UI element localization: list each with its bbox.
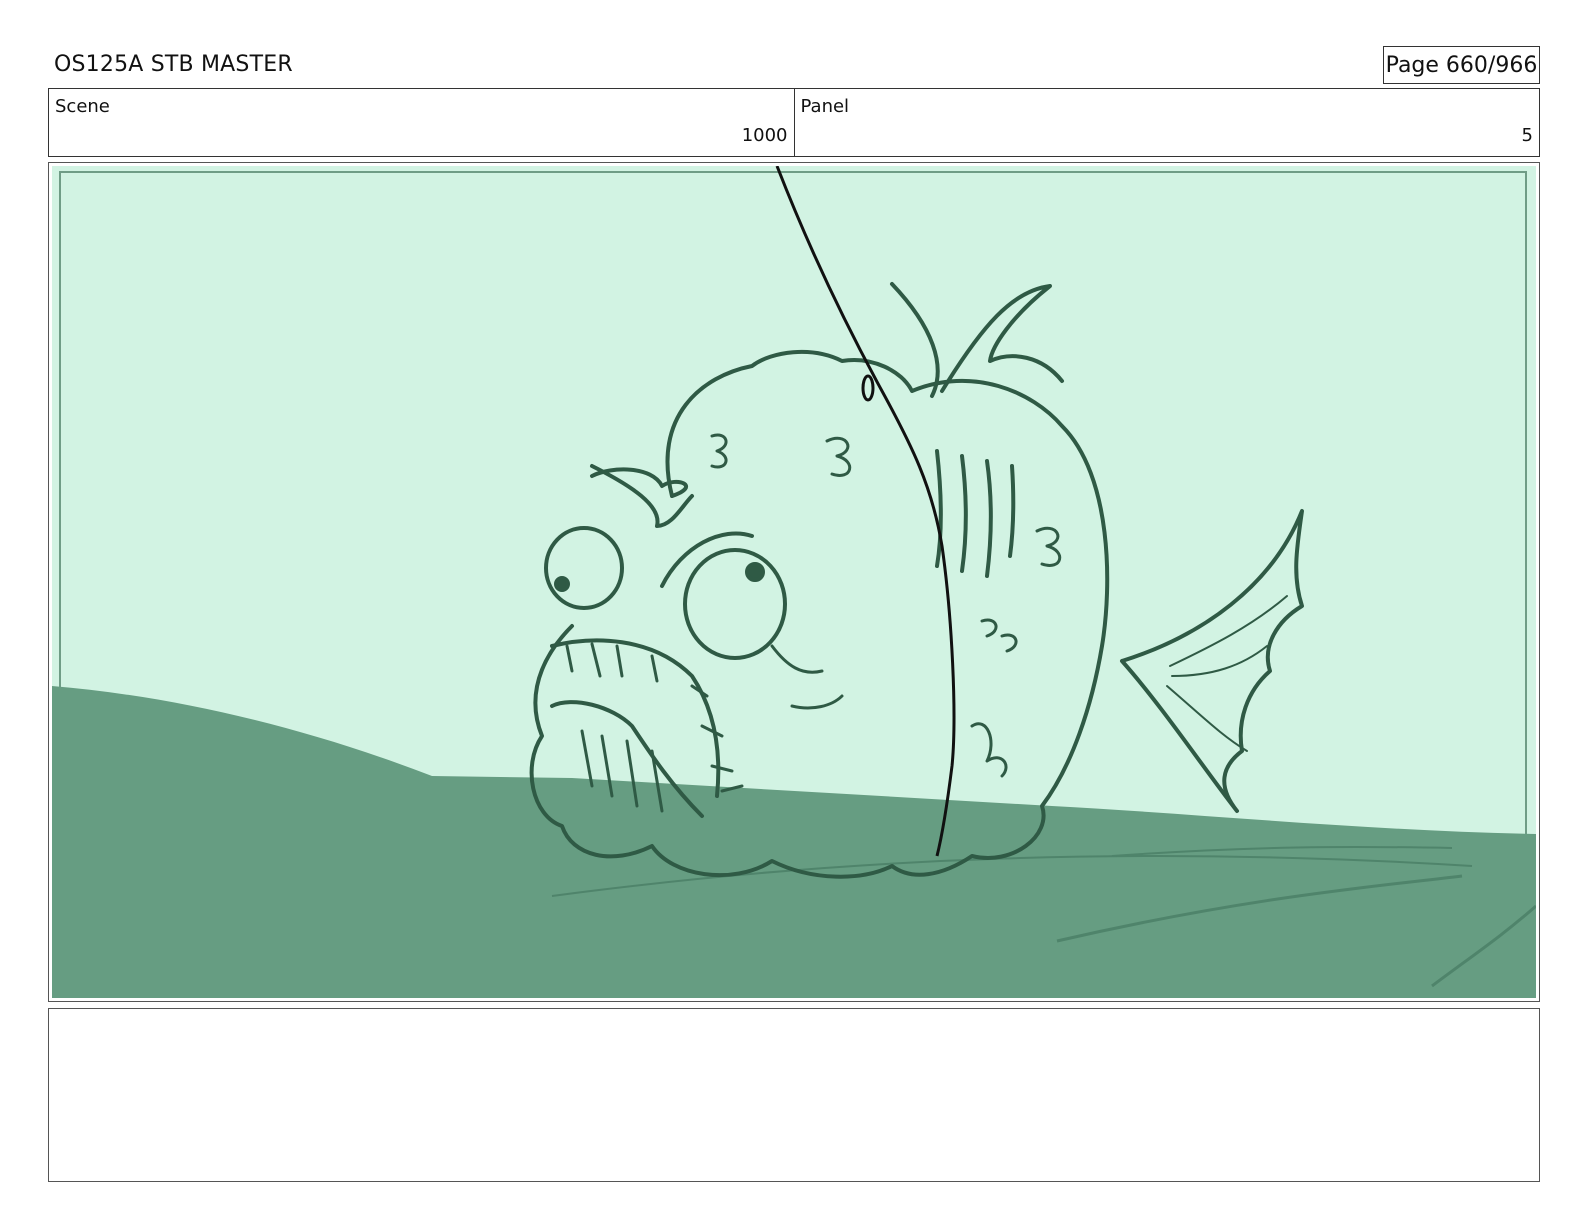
panel-cell: Panel 5	[793, 89, 1540, 156]
panel-number: 5	[1521, 125, 1533, 146]
storyboard-panel	[48, 162, 1540, 1002]
storyboard-drawing	[52, 166, 1536, 998]
scene-panel-info: Scene 1000 Panel 5	[48, 88, 1540, 157]
right-pupil	[745, 562, 765, 582]
panel-label: Panel	[800, 96, 850, 117]
notes-box	[48, 1008, 1540, 1182]
scene-cell: Scene 1000	[49, 89, 794, 156]
left-pupil	[554, 576, 570, 592]
scene-number: 1000	[741, 125, 788, 146]
page-number: Page 660/966	[1383, 46, 1540, 84]
scene-label: Scene	[55, 96, 110, 117]
document-title: OS125A STB MASTER	[54, 52, 293, 77]
